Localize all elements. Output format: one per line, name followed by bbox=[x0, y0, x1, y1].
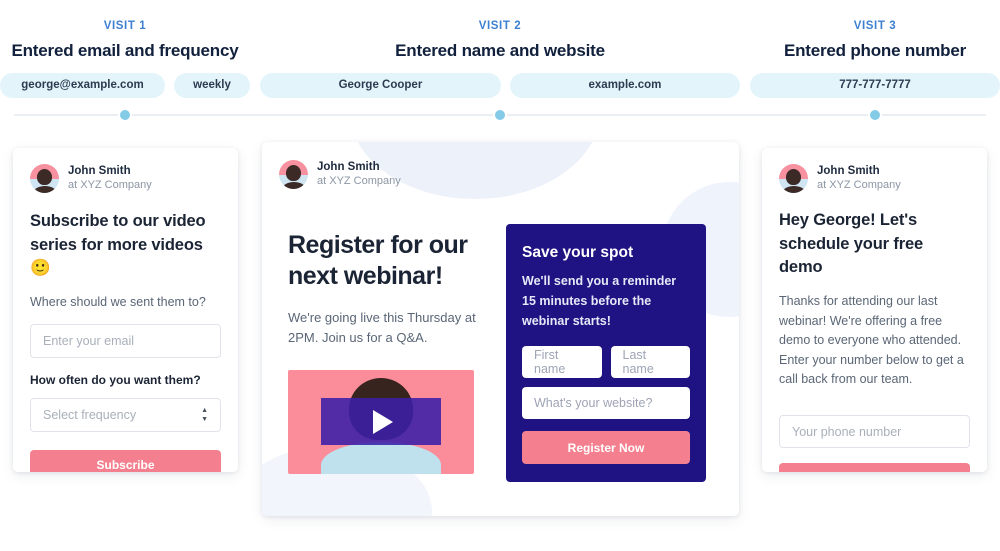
visit-label: VISIT 3 bbox=[853, 20, 897, 32]
chip-frequency: weekly bbox=[174, 73, 250, 98]
chip-email: george@example.com bbox=[0, 73, 165, 98]
chip-phone: 777-777-7777 bbox=[750, 73, 1000, 98]
video-thumbnail[interactable] bbox=[288, 370, 474, 474]
author-name: John Smith bbox=[68, 165, 131, 177]
chip-name: George Cooper bbox=[260, 73, 501, 98]
visit-title: Entered name and website bbox=[395, 41, 605, 60]
chip-website: example.com bbox=[509, 73, 740, 98]
panel-subtext: We'll send you a reminder 15 minutes bef… bbox=[522, 274, 677, 328]
author-block: John Smith at XYZ Company bbox=[30, 164, 221, 194]
timeline-step-1: VISIT 1 Entered email and frequency geor… bbox=[0, 0, 250, 98]
timeline-dot-3 bbox=[868, 108, 882, 122]
subscribe-button[interactable]: Subscribe bbox=[30, 449, 221, 472]
timeline-step-3: VISIT 3 Entered phone number 777-777-777… bbox=[750, 0, 1000, 98]
phone-input[interactable]: Your phone number bbox=[779, 415, 970, 449]
avatar bbox=[779, 164, 808, 194]
chip-group: george@example.com weekly bbox=[0, 73, 250, 98]
panel-heading: Save your spot bbox=[522, 244, 634, 261]
card-heading: Register for our next webinar! bbox=[288, 231, 468, 290]
timeline-dot-2 bbox=[493, 108, 507, 122]
chip-group: 777-777-7777 bbox=[750, 73, 1000, 98]
author-org: at XYZ Company bbox=[68, 179, 152, 192]
timeline-dot-1 bbox=[118, 108, 132, 122]
card-subtext: Thanks for attending our last webinar! W… bbox=[779, 294, 964, 386]
card-subtext: Where should we sent them to? bbox=[30, 295, 206, 310]
card-heading: Subscribe to our video series for more v… bbox=[30, 212, 206, 278]
frequency-label: How often do you want them? bbox=[30, 372, 201, 387]
email-input[interactable]: Enter your email bbox=[30, 323, 221, 358]
card-row: John Smith at XYZ Company Subscribe to o… bbox=[0, 142, 1000, 542]
first-name-input[interactable]: First name bbox=[522, 346, 602, 378]
author-org: at XYZ Company bbox=[817, 179, 901, 192]
name-field-row: First name Last name bbox=[522, 346, 690, 378]
webinar-card: John Smith at XYZ Company Register for o… bbox=[262, 142, 739, 516]
visit-label: VISIT 2 bbox=[478, 20, 522, 32]
author-block: John Smith at XYZ Company bbox=[779, 164, 970, 194]
avatar bbox=[279, 160, 308, 190]
author-org: at XYZ Company bbox=[317, 175, 401, 188]
demo-card: John Smith at XYZ Company Hey George! Le… bbox=[762, 148, 987, 472]
author-name: John Smith bbox=[817, 165, 880, 177]
register-now-button[interactable]: Register Now bbox=[522, 431, 690, 464]
frequency-select-value: Select frequency bbox=[43, 407, 137, 422]
author-name: John Smith bbox=[317, 161, 380, 173]
request-demo-button[interactable]: Request FREE Demo bbox=[779, 463, 970, 472]
card-heading: Hey George! Let's schedule your free dem… bbox=[779, 211, 924, 277]
page-root: VISIT 1 Entered email and frequency geor… bbox=[0, 0, 1000, 551]
last-name-input[interactable]: Last name bbox=[610, 346, 690, 378]
card-subtext: We're going live this Thursday at 2PM. J… bbox=[288, 310, 476, 346]
frequency-select[interactable]: Select frequency ▲ ▼ bbox=[30, 397, 221, 432]
chip-group: George Cooper example.com bbox=[260, 73, 740, 98]
avatar bbox=[30, 164, 59, 194]
visit-timeline: VISIT 1 Entered email and frequency geor… bbox=[0, 0, 1000, 122]
website-input[interactable]: What's your website? bbox=[522, 387, 690, 419]
webinar-copy: Register for our next webinar! We're goi… bbox=[288, 230, 494, 348]
chevron-updown-icon: ▲ ▼ bbox=[201, 406, 208, 423]
subscribe-card: John Smith at XYZ Company Subscribe to o… bbox=[13, 148, 238, 472]
author-block: John Smith at XYZ Company bbox=[279, 160, 401, 190]
visit-label: VISIT 1 bbox=[103, 20, 147, 32]
visit-title: Entered email and frequency bbox=[11, 41, 239, 60]
visit-title: Entered phone number bbox=[783, 41, 967, 60]
save-spot-panel: Save your spot We'll send you a reminder… bbox=[506, 224, 706, 482]
play-icon bbox=[373, 410, 393, 434]
timeline-step-2: VISIT 2 Entered name and website George … bbox=[260, 0, 740, 98]
